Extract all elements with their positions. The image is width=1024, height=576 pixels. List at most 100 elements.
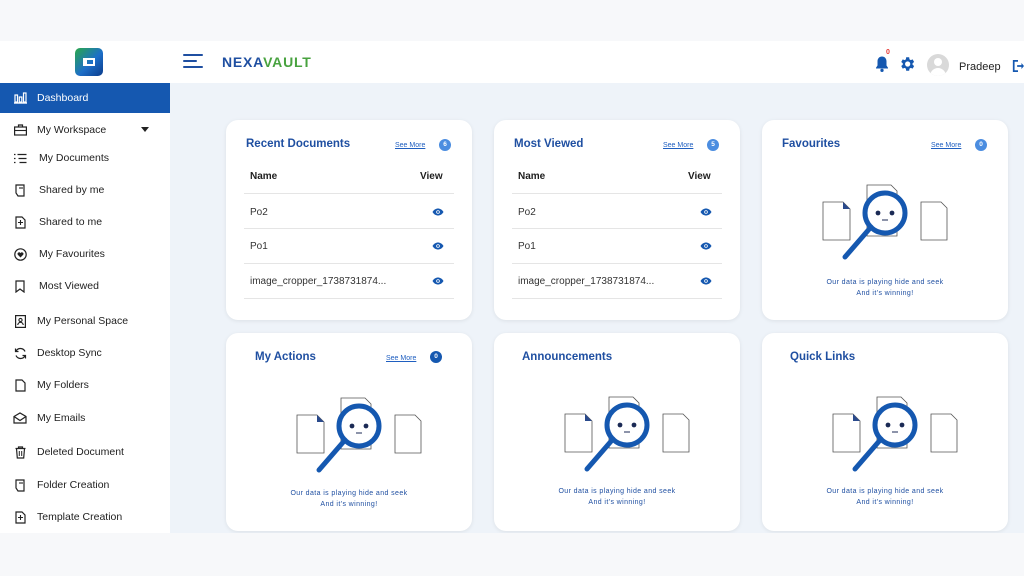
personal-icon: [13, 314, 27, 328]
document-name[interactable]: image_cropper_1738731874...: [250, 276, 386, 287]
see-more-link[interactable]: See More: [386, 355, 416, 362]
view-eye-icon[interactable]: [700, 277, 712, 285]
empty-state-illustration: [296, 397, 422, 473]
heart-icon: [13, 247, 27, 261]
count-badge: 0: [430, 351, 442, 363]
empty-state-illustration: [822, 184, 948, 260]
view-eye-icon[interactable]: [700, 242, 712, 250]
bar-chart-icon: [13, 91, 27, 105]
announcements-card: Announcements Our data is playing hide a…: [494, 333, 740, 531]
sidebar-item-my-favourites[interactable]: My Favourites: [0, 239, 170, 269]
dashboard-main: Recent Documents See More 6 Name View Po…: [170, 83, 1024, 533]
folder-icon: [13, 378, 27, 392]
document-name[interactable]: Po1: [518, 241, 536, 252]
briefcase-icon: [13, 123, 27, 137]
view-eye-icon[interactable]: [432, 277, 444, 285]
user-name[interactable]: Pradeep: [959, 61, 1001, 73]
my-actions-card: My Actions See More 0 Our data is playin…: [226, 333, 472, 531]
sidebar-label: Folder Creation: [37, 479, 110, 491]
empty-state-illustration: [832, 396, 958, 472]
sidebar-label: Dashboard: [37, 92, 89, 104]
view-eye-icon[interactable]: [700, 208, 712, 216]
empty-line-2: And it's winning!: [588, 499, 646, 506]
column-header-name: Name: [250, 171, 278, 182]
document-name[interactable]: Po2: [250, 207, 268, 218]
column-header-view: View: [420, 171, 443, 182]
menu-toggle-icon[interactable]: [183, 54, 203, 69]
sidebar: Dashboard My Workspace My Documents Shar…: [0, 83, 170, 533]
sidebar-item-my-emails[interactable]: My Emails: [0, 403, 170, 433]
brand-name: NEXAVAULT: [222, 54, 312, 70]
email-icon: [13, 411, 27, 425]
sidebar-item-shared-to-me[interactable]: Shared to me: [0, 207, 170, 237]
list-icon: [13, 151, 27, 165]
sidebar-label: Shared to me: [39, 216, 103, 228]
sidebar-item-my-folders[interactable]: My Folders: [0, 370, 170, 400]
view-eye-icon[interactable]: [432, 242, 444, 250]
sidebar-label: My Emails: [37, 412, 86, 424]
card-title: Favourites: [782, 138, 841, 150]
empty-state-illustration: [564, 396, 690, 472]
view-eye-icon[interactable]: [432, 208, 444, 216]
settings-gear-icon[interactable]: [898, 55, 916, 73]
brand-part-2: VAULT: [263, 54, 312, 70]
app-logo[interactable]: [75, 48, 103, 76]
notification-bell-icon[interactable]: [873, 55, 891, 73]
chevron-down-icon[interactable]: [141, 127, 149, 132]
document-name[interactable]: Po1: [250, 241, 268, 252]
empty-line-1: Our data is playing hide and seek: [558, 488, 676, 495]
quick-links-card: Quick Links Our data is playing hide and…: [762, 333, 1008, 531]
bookmark-icon: [13, 279, 27, 293]
count-badge: 5: [707, 139, 719, 151]
sidebar-item-shared-by-me[interactable]: Shared by me: [0, 175, 170, 205]
sidebar-item-dashboard[interactable]: Dashboard: [0, 83, 170, 113]
see-more-link[interactable]: See More: [931, 142, 961, 149]
sidebar-label: Template Creation: [37, 511, 123, 523]
see-more-link[interactable]: See More: [663, 142, 693, 149]
count-badge: 6: [439, 139, 451, 151]
trash-icon: [13, 445, 27, 459]
recent-documents-card: Recent Documents See More 6 Name View Po…: [226, 120, 472, 320]
brand-part-1: NEXA: [222, 54, 264, 70]
sidebar-label: My Folders: [37, 379, 89, 391]
empty-line-2: And it's winning!: [320, 501, 378, 508]
app-window: NEXAVAULT 0 Pradeep Dashboard My Workspa…: [0, 41, 1024, 533]
logout-icon[interactable]: [1012, 59, 1024, 73]
folder-create-icon: [13, 478, 27, 492]
sidebar-item-my-personal-space[interactable]: My Personal Space: [0, 306, 170, 336]
document-name[interactable]: Po2: [518, 207, 536, 218]
sidebar-item-template-creation[interactable]: Template Creation: [0, 502, 170, 532]
empty-line-2: And it's winning!: [856, 499, 914, 506]
sidebar-item-desktop-sync[interactable]: Desktop Sync: [0, 338, 170, 368]
sidebar-label: My Documents: [39, 152, 110, 164]
share-out-icon: [13, 183, 27, 197]
sidebar-item-my-documents[interactable]: My Documents: [0, 143, 170, 173]
document-name[interactable]: image_cropper_1738731874...: [518, 276, 654, 287]
sidebar-item-deleted-document[interactable]: Deleted Document: [0, 437, 170, 467]
empty-state-message: Our data is playing hide and seek And it'…: [537, 486, 697, 508]
sidebar-item-my-workspace[interactable]: My Workspace: [0, 115, 170, 145]
sidebar-label: Shared by me: [39, 184, 105, 196]
sidebar-item-folder-creation[interactable]: Folder Creation: [0, 470, 170, 500]
sidebar-label: My Favourites: [39, 248, 105, 260]
count-badge: 0: [975, 139, 987, 151]
most-viewed-card: Most Viewed See More 5 Name View Po2 Po1…: [494, 120, 740, 320]
sidebar-item-most-viewed[interactable]: Most Viewed: [0, 271, 170, 301]
empty-line-1: Our data is playing hide and seek: [826, 279, 944, 286]
favourites-card: Favourites See More 0 Our data is playin…: [762, 120, 1008, 320]
top-header: NEXAVAULT 0 Pradeep: [0, 41, 1024, 83]
empty-state-message: Our data is playing hide and seek And it'…: [805, 277, 965, 299]
empty-line-2: And it's winning!: [856, 290, 914, 297]
column-header-view: View: [688, 171, 711, 182]
empty-state-message: Our data is playing hide and seek And it'…: [805, 486, 965, 508]
user-avatar[interactable]: [927, 54, 949, 76]
template-icon: [13, 510, 27, 524]
sidebar-label: Most Viewed: [39, 280, 99, 292]
empty-line-1: Our data is playing hide and seek: [290, 490, 408, 497]
card-title: Announcements: [522, 351, 613, 363]
sidebar-label: My Workspace: [37, 124, 107, 136]
empty-line-1: Our data is playing hide and seek: [826, 488, 944, 495]
see-more-link[interactable]: See More: [395, 142, 425, 149]
sync-icon: [13, 346, 27, 360]
card-title: Quick Links: [790, 351, 856, 363]
